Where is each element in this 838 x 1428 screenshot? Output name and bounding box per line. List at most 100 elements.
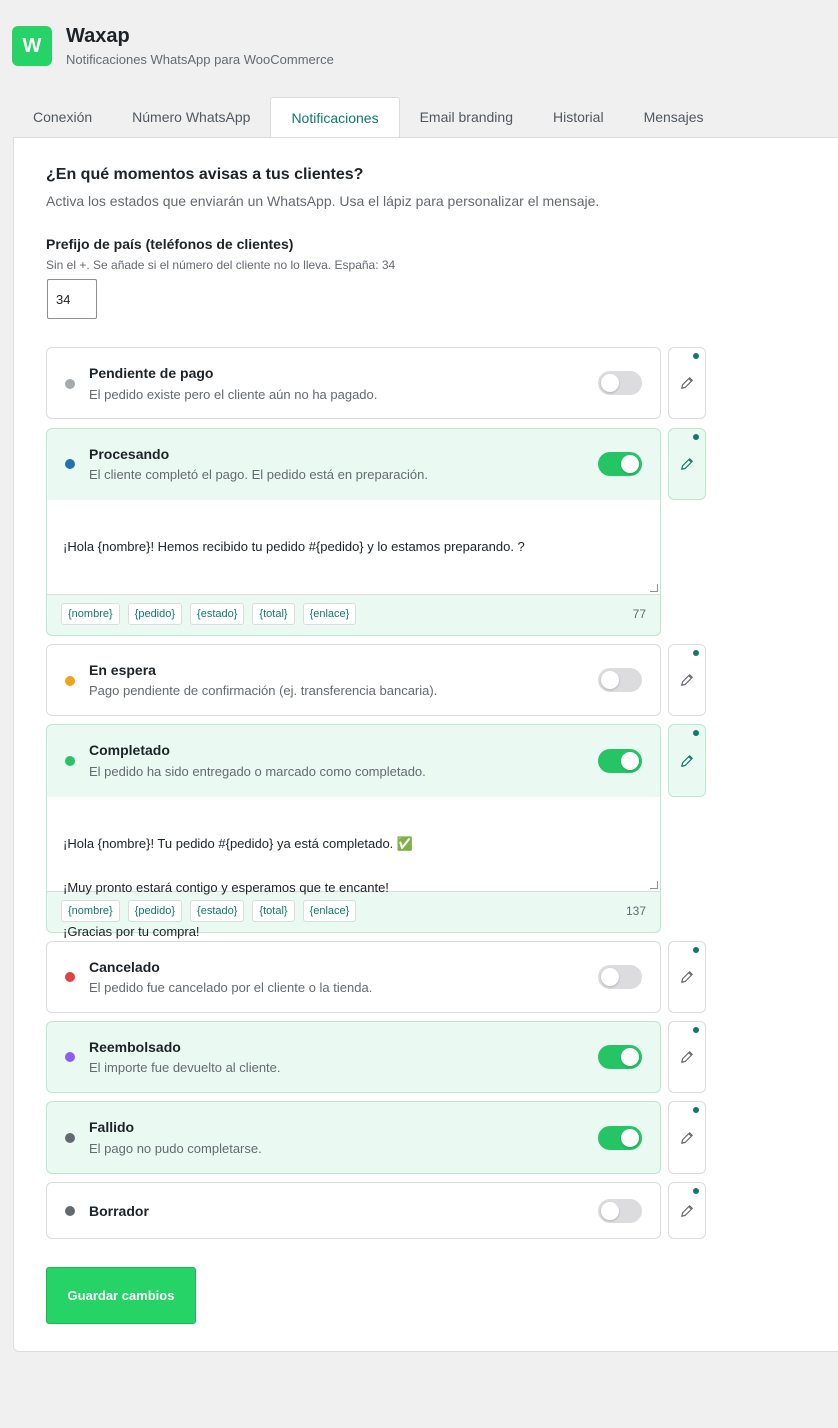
toggle-knob [621, 1048, 639, 1066]
status-card-pendiente: Pendiente de pago El pedido existe pero … [46, 347, 661, 419]
status-toggle[interactable] [598, 1045, 642, 1069]
status-dot [65, 1206, 75, 1216]
placeholder-chip-nombre[interactable]: {nombre} [61, 603, 120, 625]
tab-historial[interactable]: Historial [533, 97, 624, 138]
custom-message-badge [693, 730, 699, 736]
status-dot [65, 676, 75, 686]
message-line-1: ¡Hola {nombre}! Tu pedido #{pedido} ya e… [63, 836, 414, 851]
save-changes-button[interactable]: Guardar cambios [46, 1267, 196, 1324]
message-text: ¡Hola {nombre}! Hemos recibido tu pedido… [63, 539, 525, 554]
custom-message-badge [693, 947, 699, 953]
resize-handle[interactable] [650, 881, 658, 889]
placeholder-chip-nombre[interactable]: {nombre} [61, 900, 120, 922]
status-title: Completado [89, 742, 170, 758]
waxap-logo: W [12, 26, 52, 66]
pencil-icon [681, 1051, 693, 1063]
status-dot [65, 756, 75, 766]
pencil-icon [681, 971, 693, 983]
message-textarea[interactable]: ¡Hola {nombre}! Hemos recibido tu pedido… [47, 500, 660, 595]
placeholder-chip-enlace[interactable]: {enlace} [302, 900, 357, 922]
pencil-icon [681, 674, 693, 686]
edit-message-button[interactable] [668, 1021, 706, 1093]
char-counter: 77 [632, 607, 646, 621]
status-toggle[interactable] [598, 668, 642, 692]
pencil-icon [681, 1204, 693, 1217]
tab-email-branding[interactable]: Email branding [400, 97, 533, 138]
tab-numero-whatsapp[interactable]: Número WhatsApp [112, 97, 270, 138]
app-title: Waxap [66, 25, 130, 47]
tab-conexion[interactable]: Conexión [13, 97, 112, 138]
status-toggle[interactable] [598, 749, 642, 773]
edit-message-button[interactable] [668, 644, 706, 716]
section-description: Activa los estados que enviarán un Whats… [46, 193, 600, 209]
status-title: Procesando [89, 446, 170, 462]
placeholder-chip-estado[interactable]: {estado} [190, 603, 245, 625]
status-card-en-espera: En espera Pago pendiente de confirmación… [46, 644, 661, 716]
toggle-knob [601, 671, 619, 689]
status-toggle[interactable] [598, 965, 642, 989]
section-title: ¿En qué momentos avisas a tus clientes? [46, 166, 364, 183]
status-title: Reembolsado [89, 1039, 181, 1055]
notifications-panel: ¿En qué momentos avisas a tus clientes? … [13, 137, 838, 1352]
placeholder-chip-estado[interactable]: {estado} [190, 900, 245, 922]
pencil-icon [681, 1131, 693, 1144]
edit-message-button[interactable] [668, 1101, 706, 1174]
edit-message-button[interactable] [668, 724, 706, 797]
toggle-knob [601, 968, 619, 986]
status-toggle[interactable] [598, 371, 642, 395]
toggle-knob [601, 1202, 619, 1220]
status-dot [65, 972, 75, 982]
tab-notificaciones[interactable]: Notificaciones [270, 97, 400, 139]
custom-message-badge [693, 1107, 699, 1113]
status-toggle[interactable] [598, 1126, 642, 1150]
message-editor-completado: ¡Hola {nombre}! Tu pedido #{pedido} ya e… [46, 797, 661, 939]
toggle-knob [601, 374, 619, 392]
custom-message-badge [693, 1188, 699, 1194]
status-title: Pendiente de pago [89, 365, 214, 381]
message-textarea[interactable]: ¡Hola {nombre}! Tu pedido #{pedido} ya e… [47, 797, 660, 939]
placeholder-chips: {nombre} {pedido} {estado} {total} {enla… [47, 892, 660, 932]
custom-message-badge [693, 1027, 699, 1033]
status-title: Fallido [89, 1119, 135, 1135]
prefix-help: Sin el +. Se añade si el número del clie… [46, 258, 396, 272]
status-card-reembolsado: Reembolsado El importe fue devuelto al c… [46, 1021, 661, 1093]
pencil-icon [681, 377, 693, 389]
tab-mensajes[interactable]: Mensajes [624, 97, 724, 138]
placeholder-chip-pedido[interactable]: {pedido} [127, 603, 183, 625]
message-editor-procesando: ¡Hola {nombre}! Hemos recibido tu pedido… [46, 500, 661, 636]
custom-message-badge [693, 353, 699, 359]
placeholder-chip-total[interactable]: {total} [252, 900, 295, 922]
status-description: El pago no pudo completarse. [89, 1141, 262, 1156]
status-title: Cancelado [89, 959, 160, 975]
custom-message-badge [693, 650, 699, 656]
edit-message-button[interactable] [668, 347, 706, 419]
status-description: El pedido existe pero el cliente aún no … [89, 387, 378, 402]
resize-handle[interactable] [650, 584, 658, 592]
status-dot [65, 459, 75, 469]
app-subtitle: Notificaciones WhatsApp para WooCommerce [66, 52, 334, 67]
edit-message-button[interactable] [668, 1182, 706, 1239]
status-dot [65, 1052, 75, 1062]
status-card-fallido: Fallido El pago no pudo completarse. [46, 1101, 661, 1174]
status-card-cancelado: Cancelado El pedido fue cancelado por el… [46, 941, 661, 1013]
pencil-icon [681, 754, 693, 767]
char-counter: 137 [625, 904, 646, 918]
placeholder-chip-enlace[interactable]: {enlace} [302, 603, 357, 625]
status-card-completado: Completado El pedido ha sido entregado o… [46, 724, 661, 797]
toggle-knob [621, 1129, 639, 1147]
status-description: El pedido ha sido entregado o marcado co… [89, 764, 426, 779]
status-title: En espera [89, 662, 156, 678]
status-dot [65, 379, 75, 389]
status-card-procesando: Procesando El cliente completó el pago. … [46, 428, 661, 500]
status-description: El pedido fue cancelado por el cliente o… [89, 980, 373, 995]
placeholder-chip-total[interactable]: {total} [252, 603, 295, 625]
tab-bar: Conexión Número WhatsApp Notificaciones … [13, 97, 838, 139]
status-toggle[interactable] [598, 452, 642, 476]
country-prefix-input[interactable] [47, 279, 97, 319]
status-toggle[interactable] [598, 1199, 642, 1223]
placeholder-chip-pedido[interactable]: {pedido} [127, 900, 183, 922]
status-card-borrador: Borrador [46, 1182, 661, 1239]
status-description: Pago pendiente de confirmación (ej. tran… [89, 683, 438, 698]
edit-message-button[interactable] [668, 941, 706, 1013]
edit-message-button[interactable] [668, 428, 706, 500]
